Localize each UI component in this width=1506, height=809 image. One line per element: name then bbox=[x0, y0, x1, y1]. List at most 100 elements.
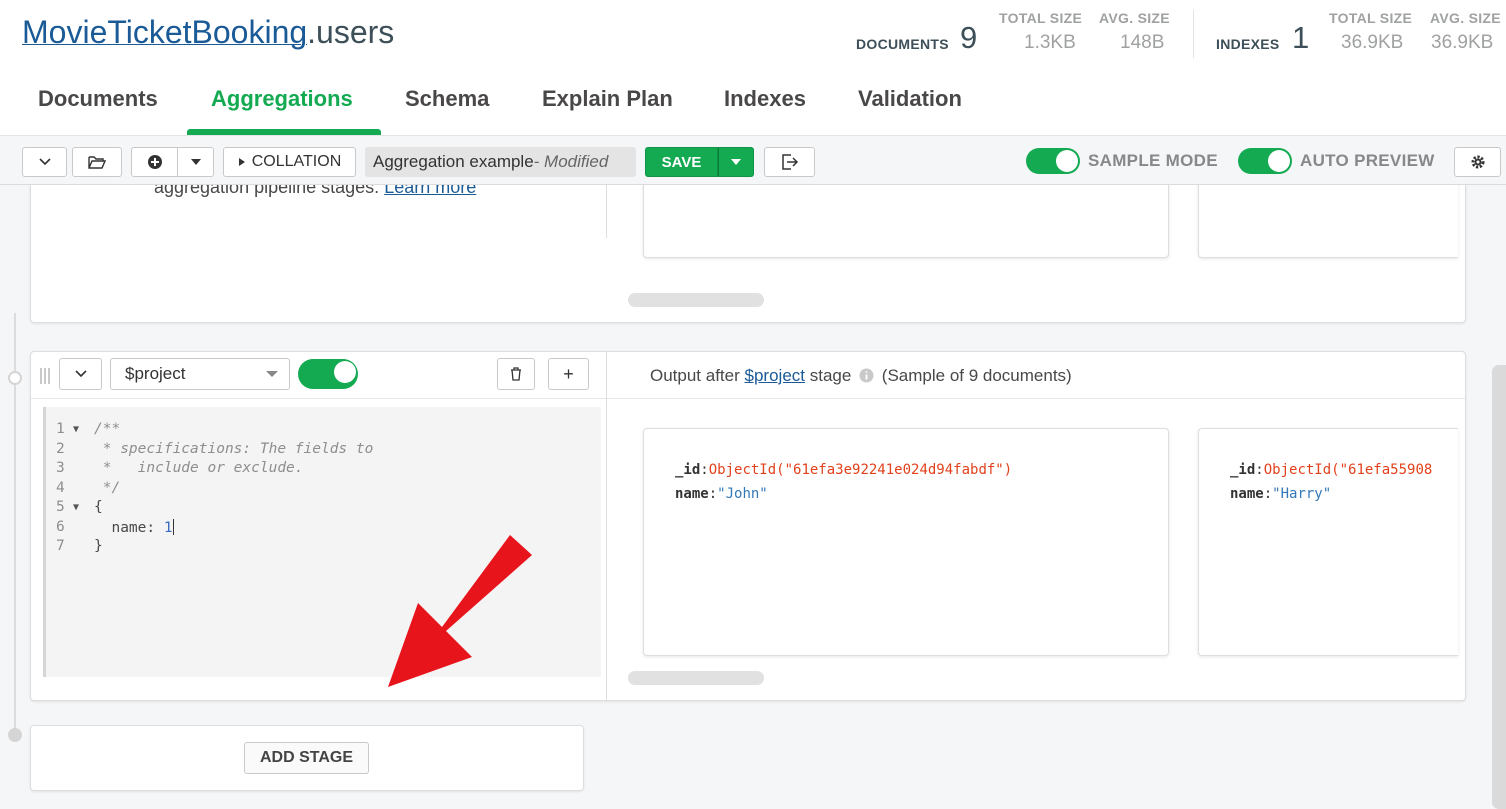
database-link[interactable]: MovieTicketBooking bbox=[22, 14, 307, 50]
document-field: name:"John" bbox=[675, 486, 768, 502]
line-number: 2 bbox=[56, 440, 65, 457]
stage-timeline-end-dot bbox=[8, 728, 22, 742]
caret-down-icon bbox=[731, 159, 741, 165]
fold-toggle-icon[interactable]: ▼ bbox=[73, 424, 79, 435]
stats-divider bbox=[1193, 10, 1194, 58]
collation-button[interactable]: COLLATION bbox=[223, 147, 356, 177]
fold-toggle-icon[interactable]: ▼ bbox=[73, 502, 79, 513]
code-token: name: bbox=[94, 519, 164, 536]
save-button[interactable]: SAVE bbox=[645, 147, 718, 177]
code-token: { bbox=[94, 499, 103, 515]
gear-icon bbox=[1471, 155, 1484, 169]
export-icon bbox=[781, 154, 798, 170]
tab-aggregations[interactable]: Aggregations bbox=[211, 86, 353, 112]
code-number-token: 1 bbox=[163, 519, 173, 536]
tab-explain-plan[interactable]: Explain Plan bbox=[542, 86, 673, 112]
idx-total-size: 36.9KB bbox=[1341, 32, 1404, 53]
code-text: } bbox=[94, 538, 103, 554]
field-key: _id bbox=[675, 462, 701, 478]
docs-total-size-label: TOTAL SIZE bbox=[999, 10, 1083, 26]
vertical-scrollbar[interactable] bbox=[1492, 365, 1506, 809]
sample-count-text: (Sample of 9 documents) bbox=[881, 366, 1072, 385]
preview-document: _id:ObjectId("61efa3e92241e024d94fabdf")… bbox=[643, 428, 1169, 656]
stage-timeline-dot bbox=[8, 371, 22, 385]
collapse-stage-button[interactable] bbox=[59, 358, 102, 390]
sample-mode-label: SAMPLE MODE bbox=[1088, 151, 1218, 170]
indexes-label: INDEXES bbox=[1216, 36, 1280, 52]
sample-mode-toggle[interactable] bbox=[1026, 148, 1080, 174]
code-token: */ bbox=[94, 479, 121, 496]
stage-header-divider bbox=[31, 398, 607, 399]
text-cursor bbox=[172, 518, 174, 535]
idx-avg-size: 36.9KB bbox=[1431, 32, 1494, 53]
plus-circle-icon bbox=[147, 155, 162, 169]
code-text: name: 1 bbox=[94, 518, 174, 536]
delete-stage-button[interactable] bbox=[497, 358, 535, 390]
stage-operator-value: $project bbox=[125, 364, 186, 383]
chevron-down-icon bbox=[74, 370, 87, 378]
collection-header: MovieTicketBooking.users DOCUMENTS 9 TOT… bbox=[0, 0, 1506, 135]
stage-output-label: Output after $project stage (Sample of 9… bbox=[650, 366, 1072, 386]
stage-info-description: aggregation pipeline stages. bbox=[154, 185, 380, 197]
line-number: 5 bbox=[56, 499, 65, 515]
add-stage-button[interactable]: ADD STAGE bbox=[244, 742, 369, 774]
caret-down-icon bbox=[266, 371, 278, 377]
line-number: 3 bbox=[56, 460, 65, 476]
aggregation-toolbar: COLLATION Aggregation example - Modified … bbox=[0, 135, 1506, 185]
pipeline-builder: aggregation pipeline stages. Learn more … bbox=[0, 185, 1506, 809]
learn-more-link[interactable]: Learn more bbox=[384, 185, 476, 197]
code-text: * include or exclude. bbox=[94, 460, 304, 476]
auto-preview-label: AUTO PREVIEW bbox=[1300, 151, 1435, 170]
folder-open-icon bbox=[88, 156, 106, 169]
docs-avg-size-label: AVG. SIZE bbox=[1099, 10, 1170, 26]
settings-button[interactable] bbox=[1454, 147, 1501, 177]
preview-document: isAdmin:true bbox=[643, 185, 1169, 258]
field-value: "Harry" bbox=[1272, 486, 1332, 502]
field-value: ObjectId("61efa3e92241e024d94fabdf") bbox=[708, 462, 1013, 478]
document-field: _id:ObjectId("61efa3e92241e024d94fabdf") bbox=[675, 462, 1013, 478]
annotation-arrow-icon bbox=[388, 535, 532, 687]
code-text: */ bbox=[94, 480, 120, 496]
tab-schema[interactable]: Schema bbox=[405, 86, 489, 112]
field-key: name bbox=[1230, 486, 1264, 502]
code-token: /** bbox=[94, 421, 121, 437]
new-pipeline-dropdown[interactable] bbox=[177, 147, 214, 177]
collation-label: COLLATION bbox=[251, 153, 342, 170]
stage-docs-link[interactable]: $project bbox=[745, 366, 805, 385]
tab-documents[interactable]: Documents bbox=[38, 86, 158, 112]
stage-card-previous: aggregation pipeline stages. Learn more … bbox=[30, 185, 1466, 323]
pipeline-name: Aggregation example bbox=[373, 152, 534, 171]
save-dropdown-button[interactable] bbox=[718, 147, 754, 177]
stage-divider bbox=[606, 352, 607, 702]
add-stage-after-button[interactable]: + bbox=[548, 358, 589, 390]
field-value: "John" bbox=[717, 486, 768, 502]
stage-divider bbox=[606, 185, 607, 238]
tab-indexes[interactable]: Indexes bbox=[724, 86, 806, 112]
auto-preview-toggle[interactable] bbox=[1238, 148, 1292, 174]
code-text: * specifications: The fields to bbox=[94, 441, 374, 457]
document-field: _id:ObjectId("61efa55908 bbox=[1230, 462, 1433, 478]
collapse-all-button[interactable] bbox=[22, 147, 67, 177]
stage-enabled-toggle[interactable] bbox=[298, 359, 358, 389]
horizontal-scrollbar[interactable] bbox=[628, 293, 764, 307]
collection-name: .users bbox=[307, 14, 395, 50]
export-to-language-button[interactable] bbox=[764, 147, 815, 177]
drag-handle-icon[interactable] bbox=[39, 368, 53, 384]
code-token: * include or exclude. bbox=[94, 460, 304, 476]
documents-label: DOCUMENTS bbox=[856, 36, 949, 52]
horizontal-scrollbar[interactable] bbox=[628, 671, 764, 685]
line-number: 6 bbox=[56, 518, 65, 535]
stage-operator-select[interactable]: $project bbox=[110, 358, 290, 390]
line-number: 1 bbox=[56, 421, 65, 437]
preview-header-divider bbox=[607, 398, 1467, 399]
tab-validation[interactable]: Validation bbox=[858, 86, 962, 112]
line-number: 4 bbox=[56, 479, 65, 496]
new-pipeline-button[interactable] bbox=[131, 147, 178, 177]
pipeline-name-field[interactable]: Aggregation example - Modified bbox=[365, 147, 636, 177]
preview-document: isAdmin:false bbox=[1198, 185, 1458, 258]
open-saved-pipelines-button[interactable] bbox=[72, 147, 122, 177]
caret-right-icon bbox=[238, 158, 245, 166]
info-icon[interactable] bbox=[859, 368, 874, 383]
preview-document: _id:ObjectId("61efa55908 name:"Harry" bbox=[1198, 428, 1458, 656]
code-text: /** bbox=[94, 421, 120, 437]
